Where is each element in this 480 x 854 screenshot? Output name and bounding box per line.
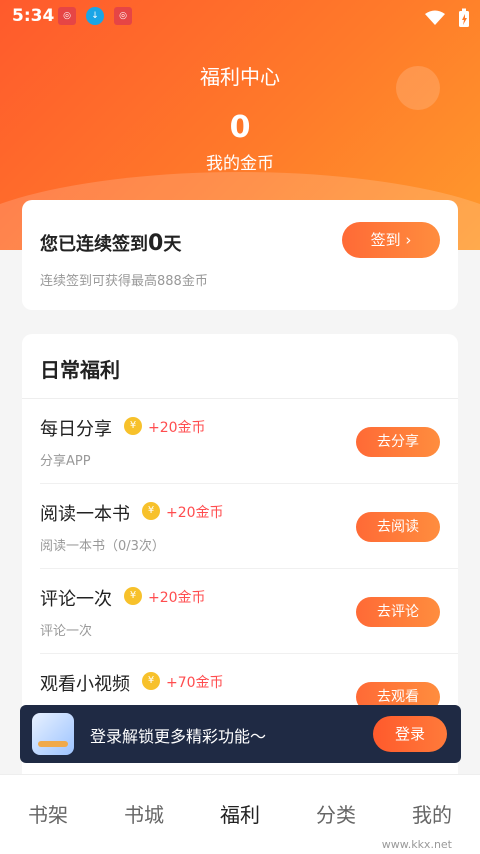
tab-mine[interactable]: 我的 [412, 799, 452, 828]
task-row: 阅读一本书 ¥ +20金币 阅读一本书（0/3次） 去阅读 [22, 484, 458, 569]
task-subtitle: 分享APP [40, 454, 91, 469]
task-reward: +20金币 [148, 590, 206, 606]
status-bar: 5:34 ◎ ↓ ◎ [0, 0, 480, 32]
tab-category[interactable]: 分类 [316, 799, 356, 828]
status-icons [424, 7, 470, 28]
task-row: 评论一次 ¥ +20金币 评论一次 去评论 [22, 569, 458, 654]
coin-icon: ¥ [142, 672, 160, 690]
signin-title-prefix: 您已连续签到 [40, 234, 148, 255]
task-subtitle: 评论一次 [40, 624, 93, 639]
battery-charging-icon [459, 8, 469, 27]
login-banner-text: 登录解锁更多精彩功能～ [90, 727, 267, 746]
tab-welfare[interactable]: 福利 [220, 799, 260, 828]
task-title: 观看小视频 [40, 674, 130, 695]
task-row: 每日分享 ¥ +20金币 分享APP 去分享 [22, 399, 458, 484]
coin-icon: ¥ [142, 502, 160, 520]
watermark: www.kkx.net [381, 838, 452, 851]
signin-title-suffix: 天 [163, 234, 182, 255]
signin-subtitle: 连续签到可获得最高888金币 [40, 274, 208, 289]
signin-button[interactable]: 签到 › [342, 222, 440, 258]
coin-icon: ¥ [124, 417, 142, 435]
page-title: 福利中心 [200, 65, 280, 89]
task-title: 阅读一本书 [40, 504, 130, 525]
task-subtitle: 阅读一本书（0/3次） [40, 539, 165, 554]
status-time: 5:34 [12, 6, 55, 26]
coins-label: 我的金币 [206, 154, 274, 174]
coins-value: 0 [229, 110, 251, 145]
task-reward: +20金币 [166, 505, 224, 521]
read-button[interactable]: 去阅读 [356, 512, 440, 542]
share-button[interactable]: 去分享 [356, 427, 440, 457]
phone-illustration-icon [32, 713, 74, 755]
tab-bookstore[interactable]: 书城 [124, 799, 164, 828]
signin-days: 0 [148, 231, 164, 256]
tab-bookshelf[interactable]: 书架 [28, 799, 68, 828]
app-notification-icon-1: ◎ [58, 7, 76, 25]
task-reward: +70金币 [166, 675, 224, 691]
coin-icon: ¥ [124, 587, 142, 605]
signin-title: 您已连续签到0天 [40, 230, 181, 256]
daily-welfare-title: 日常福利 [40, 358, 120, 382]
task-reward: +20金币 [148, 420, 206, 436]
task-title: 评论一次 [40, 589, 112, 610]
signin-card: 您已连续签到0天 连续签到可获得最高888金币 签到 › [22, 200, 458, 310]
login-button[interactable]: 登录 [373, 716, 447, 752]
login-banner: 登录解锁更多精彩功能～ 登录 [20, 705, 461, 763]
download-icon: ↓ [86, 7, 104, 25]
comment-button[interactable]: 去评论 [356, 597, 440, 627]
app-notification-icon-2: ◎ [114, 7, 132, 25]
wifi-icon [424, 10, 445, 25]
task-title: 每日分享 [40, 419, 112, 440]
